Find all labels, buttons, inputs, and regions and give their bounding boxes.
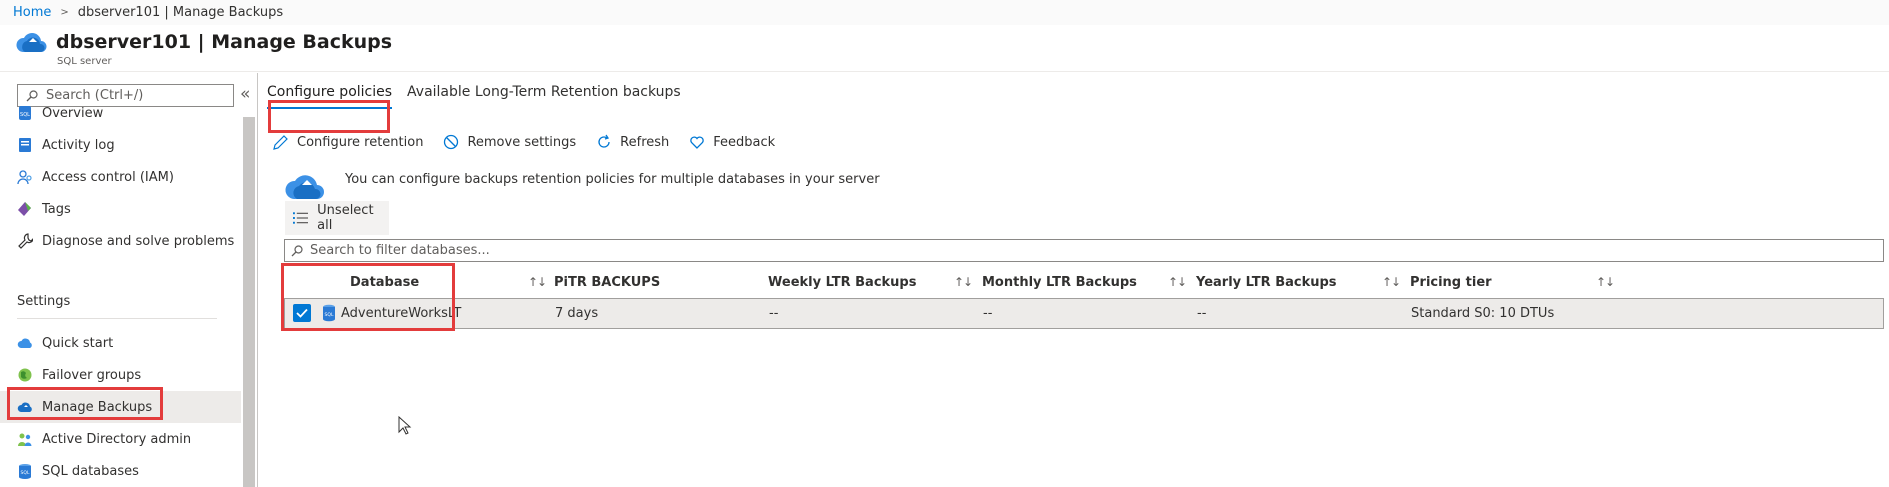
sidebar-section-settings: Settings [17,294,71,309]
sidebar-item-sql-databases[interactable]: SQL SQL databases [0,455,241,487]
sidebar-scrollbar[interactable] [243,117,255,487]
refresh-button[interactable]: Refresh [590,128,677,156]
sidebar-item-label: SQL databases [42,463,139,479]
remove-settings-label: Remove settings [467,134,577,150]
sidebar-item-label: Tags [42,201,71,217]
sidebar-item-activity-log[interactable]: Activity log [0,129,241,161]
column-header-monthly[interactable]: Monthly LTR Backups [982,275,1137,290]
cell-pricing-tier: Standard S0: 10 DTUs [1411,306,1555,321]
database-filter-placeholder: Search to filter databases... [310,243,490,258]
cell-monthly: -- [983,306,993,321]
breadcrumb-current: dbserver101 | Manage Backups [77,5,284,20]
sort-icon[interactable]: ↑↓ [528,275,547,289]
prohibited-icon [444,134,459,150]
sidebar-item-label: Diagnose and solve problems [42,233,235,249]
sidebar-item-label: Activity log [42,137,115,153]
backup-cloud-icon [16,33,47,52]
feedback-button[interactable]: Feedback [683,128,783,156]
sort-icon[interactable]: ↑↓ [954,275,973,289]
main-content: Configure policies Available Long-Term R… [259,73,1889,487]
tag-icon [18,202,31,216]
page-title: dbserver101 | Manage Backups [56,31,393,53]
list-select-icon [293,212,309,224]
sort-icon[interactable]: ↑↓ [1168,275,1187,289]
info-text: You can configure backups retention poli… [345,172,880,187]
sidebar-item-label: Failover groups [42,367,142,383]
pencil-icon [273,135,288,150]
activity-log-icon [19,138,31,152]
svg-text:SQL: SQL [20,112,30,118]
column-header-pitr[interactable]: PiTR BACKUPS [554,275,660,290]
users-icon [18,433,32,446]
breadcrumb-home-link[interactable]: Home [13,5,51,20]
highlight-box-database-row [281,263,455,331]
sidebar-item-active-directory-admin[interactable]: Active Directory admin [0,423,241,455]
wrench-icon [18,233,33,249]
sidebar-item-access-control[interactable]: Access control (IAM) [0,161,241,193]
cell-weekly: -- [769,306,779,321]
cell-yearly: -- [1197,306,1207,321]
globe-icon [18,368,32,382]
table-row[interactable]: SQL AdventureWorksLT 7 days -- -- -- Sta… [284,298,1884,329]
breadcrumb-separator: > [60,7,69,18]
cell-pitr: 7 days [555,306,599,321]
sidebar-item-label: Active Directory admin [42,431,192,447]
sidebar-item-label: Quick start [42,335,114,351]
highlight-box-manage-backups [7,387,163,420]
refresh-icon [598,134,610,148]
column-header-pricing-tier[interactable]: Pricing tier [1410,275,1492,290]
sidebar-item-diagnose[interactable]: Diagnose and solve problems [0,225,241,257]
column-header-weekly[interactable]: Weekly LTR Backups [768,275,916,290]
mouse-pointer-icon [398,416,412,435]
configure-retention-label: Configure retention [297,134,424,150]
sidebar-item-tags[interactable]: Tags [0,193,241,225]
unselect-all-label: Unselect all [317,203,374,233]
sidebar-item-overview[interactable]: SQL Overview [0,97,241,129]
refresh-label: Refresh [620,134,670,150]
unselect-all-button[interactable]: Unselect all [285,201,389,235]
blade-header: dbserver101 | Manage Backups SQL server [0,25,1889,72]
tab-ltr-backups[interactable]: Available Long-Term Retention backups [407,82,681,109]
sql-db-icon: SQL [19,464,31,479]
iam-icon [17,170,32,185]
breadcrumb: Home > dbserver101 | Manage Backups [0,0,1889,25]
table-header: Database ↑↓ PiTR BACKUPS Weekly LTR Back… [284,269,1884,297]
sidebar: Search (Ctrl+/) « SQL Overview Activity … [0,73,258,487]
column-header-yearly[interactable]: Yearly LTR Backups [1196,275,1337,290]
remove-settings-button[interactable]: Remove settings [437,128,584,156]
svg-text:SQL: SQL [21,470,30,476]
backup-cloud-icon [285,175,324,199]
feedback-label: Feedback [713,134,776,150]
info-banner: You can configure backups retention poli… [285,169,880,203]
collapse-sidebar-icon[interactable]: « [240,85,254,105]
sidebar-item-label: Overview [42,105,104,121]
heart-icon [690,136,705,149]
sql-server-icon: SQL [19,106,31,120]
database-filter-input[interactable]: Search to filter databases... [284,239,1884,262]
highlight-box-configure-retention [268,100,390,133]
search-icon [291,244,303,256]
sort-icon[interactable]: ↑↓ [1382,275,1401,289]
sidebar-item-label: Access control (IAM) [42,169,174,185]
page-subtitle: SQL server [57,56,112,67]
cloud-icon [17,338,32,348]
sidebar-item-quick-start[interactable]: Quick start [0,327,241,359]
section-divider [17,318,217,319]
sort-icon[interactable]: ↑↓ [1596,275,1615,289]
